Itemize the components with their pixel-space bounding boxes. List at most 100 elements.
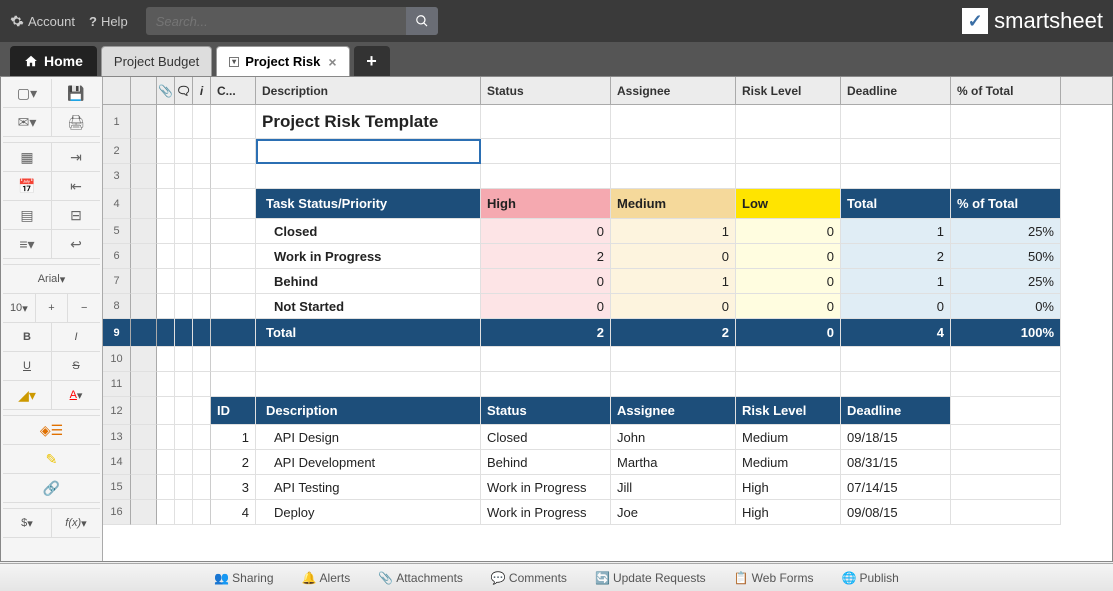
expand-cell[interactable]: [131, 269, 157, 294]
expand-cell[interactable]: [131, 372, 157, 397]
update-requests-button[interactable]: 🔄Update Requests: [595, 571, 706, 585]
cell[interactable]: [951, 450, 1061, 475]
cell[interactable]: 0: [736, 319, 841, 347]
row-icon-cell[interactable]: [175, 189, 193, 219]
cell[interactable]: Jill: [611, 475, 736, 500]
help-menu[interactable]: ? Help: [89, 14, 128, 29]
row-number[interactable]: 4: [103, 189, 131, 219]
cell[interactable]: [256, 164, 481, 189]
row-icon-cell[interactable]: [175, 139, 193, 164]
cell[interactable]: John: [611, 425, 736, 450]
row-number[interactable]: 9: [103, 319, 131, 347]
row-icon-cell[interactable]: [175, 219, 193, 244]
cell[interactable]: High: [481, 189, 611, 219]
print-button[interactable]: 🖨: [52, 108, 100, 136]
cell[interactable]: Behind: [481, 450, 611, 475]
alerts-button[interactable]: 🔔Alerts: [302, 571, 351, 585]
row-icon-cell[interactable]: [193, 105, 211, 139]
cell[interactable]: [481, 164, 611, 189]
cell[interactable]: Project Risk Template: [256, 105, 481, 139]
cell[interactable]: Deploy: [256, 500, 481, 525]
cell[interactable]: [611, 372, 736, 397]
cell[interactable]: Behind: [256, 269, 481, 294]
row-number[interactable]: 14: [103, 450, 131, 475]
row-icon-cell[interactable]: [175, 450, 193, 475]
cell[interactable]: [211, 372, 256, 397]
cell[interactable]: 25%: [951, 269, 1061, 294]
row-icon-cell[interactable]: [175, 269, 193, 294]
strike-button[interactable]: S: [52, 352, 100, 380]
cell[interactable]: Closed: [256, 219, 481, 244]
cell[interactable]: [211, 319, 256, 347]
row-number[interactable]: 11: [103, 372, 131, 397]
cell[interactable]: ID: [211, 397, 256, 425]
cell[interactable]: Assignee: [611, 397, 736, 425]
expand-cell[interactable]: [131, 189, 157, 219]
text-color-button[interactable]: A▾: [52, 381, 100, 409]
cell[interactable]: [611, 139, 736, 164]
cell[interactable]: Not Started: [256, 294, 481, 319]
row-icon-cell[interactable]: [175, 372, 193, 397]
cell[interactable]: 0: [481, 269, 611, 294]
expand-cell[interactable]: [131, 475, 157, 500]
tab-close-icon[interactable]: ×: [328, 54, 336, 70]
grid-view-button[interactable]: ▦: [3, 143, 52, 171]
cell[interactable]: Work in Progress: [481, 500, 611, 525]
cell[interactable]: High: [736, 475, 841, 500]
row-icon-cell[interactable]: [193, 347, 211, 372]
cell[interactable]: [611, 164, 736, 189]
row-icon-cell[interactable]: [193, 450, 211, 475]
cell[interactable]: 1: [611, 269, 736, 294]
row-number[interactable]: 12: [103, 397, 131, 425]
cell[interactable]: Total: [841, 189, 951, 219]
row-number[interactable]: 1: [103, 105, 131, 139]
info-column-header[interactable]: i: [193, 77, 211, 104]
expand-cell[interactable]: [131, 219, 157, 244]
cell[interactable]: [951, 164, 1061, 189]
row-number[interactable]: 5: [103, 219, 131, 244]
cell[interactable]: API Development: [256, 450, 481, 475]
cell[interactable]: 0%: [951, 294, 1061, 319]
row-icon-cell[interactable]: [193, 269, 211, 294]
cell[interactable]: 4: [841, 319, 951, 347]
row-icon-cell[interactable]: [157, 319, 175, 347]
web-forms-button[interactable]: 📋Web Forms: [734, 571, 814, 585]
cell[interactable]: 0: [611, 244, 736, 269]
row-icon-cell[interactable]: [157, 269, 175, 294]
row-number[interactable]: 10: [103, 347, 131, 372]
search-button[interactable]: [406, 7, 438, 35]
cell[interactable]: 0: [736, 294, 841, 319]
cell[interactable]: 0: [481, 219, 611, 244]
cell[interactable]: Medium: [736, 425, 841, 450]
row-number[interactable]: 13: [103, 425, 131, 450]
cell[interactable]: 1: [611, 219, 736, 244]
corner-cell[interactable]: [103, 77, 131, 104]
cell[interactable]: 100%: [951, 319, 1061, 347]
cell[interactable]: 50%: [951, 244, 1061, 269]
cell[interactable]: 1: [841, 269, 951, 294]
row-icon-cell[interactable]: [193, 139, 211, 164]
cell[interactable]: [841, 347, 951, 372]
attachment-column-header[interactable]: 📎: [157, 77, 175, 104]
row-number[interactable]: 16: [103, 500, 131, 525]
font-decrease-button[interactable]: −: [68, 294, 100, 322]
cell[interactable]: [736, 139, 841, 164]
cell[interactable]: [211, 244, 256, 269]
underline-button[interactable]: U: [3, 352, 52, 380]
cell[interactable]: [211, 219, 256, 244]
row-icon-cell[interactable]: [157, 450, 175, 475]
cell[interactable]: [211, 347, 256, 372]
row-icon-cell[interactable]: [157, 372, 175, 397]
cell[interactable]: Deadline: [841, 397, 951, 425]
row-icon-cell[interactable]: [175, 500, 193, 525]
tab-project-budget[interactable]: Project Budget: [101, 46, 212, 76]
cell[interactable]: [841, 105, 951, 139]
cell[interactable]: [736, 372, 841, 397]
grid-body[interactable]: 1Project Risk Template234Task Status/Pri…: [103, 105, 1112, 561]
highlight-button[interactable]: ✎: [3, 445, 100, 473]
cell[interactable]: 07/14/15: [841, 475, 951, 500]
home-tab[interactable]: Home: [10, 46, 97, 76]
cell[interactable]: [481, 139, 611, 164]
outdent-button[interactable]: ⇤: [52, 172, 100, 200]
cell[interactable]: [951, 139, 1061, 164]
